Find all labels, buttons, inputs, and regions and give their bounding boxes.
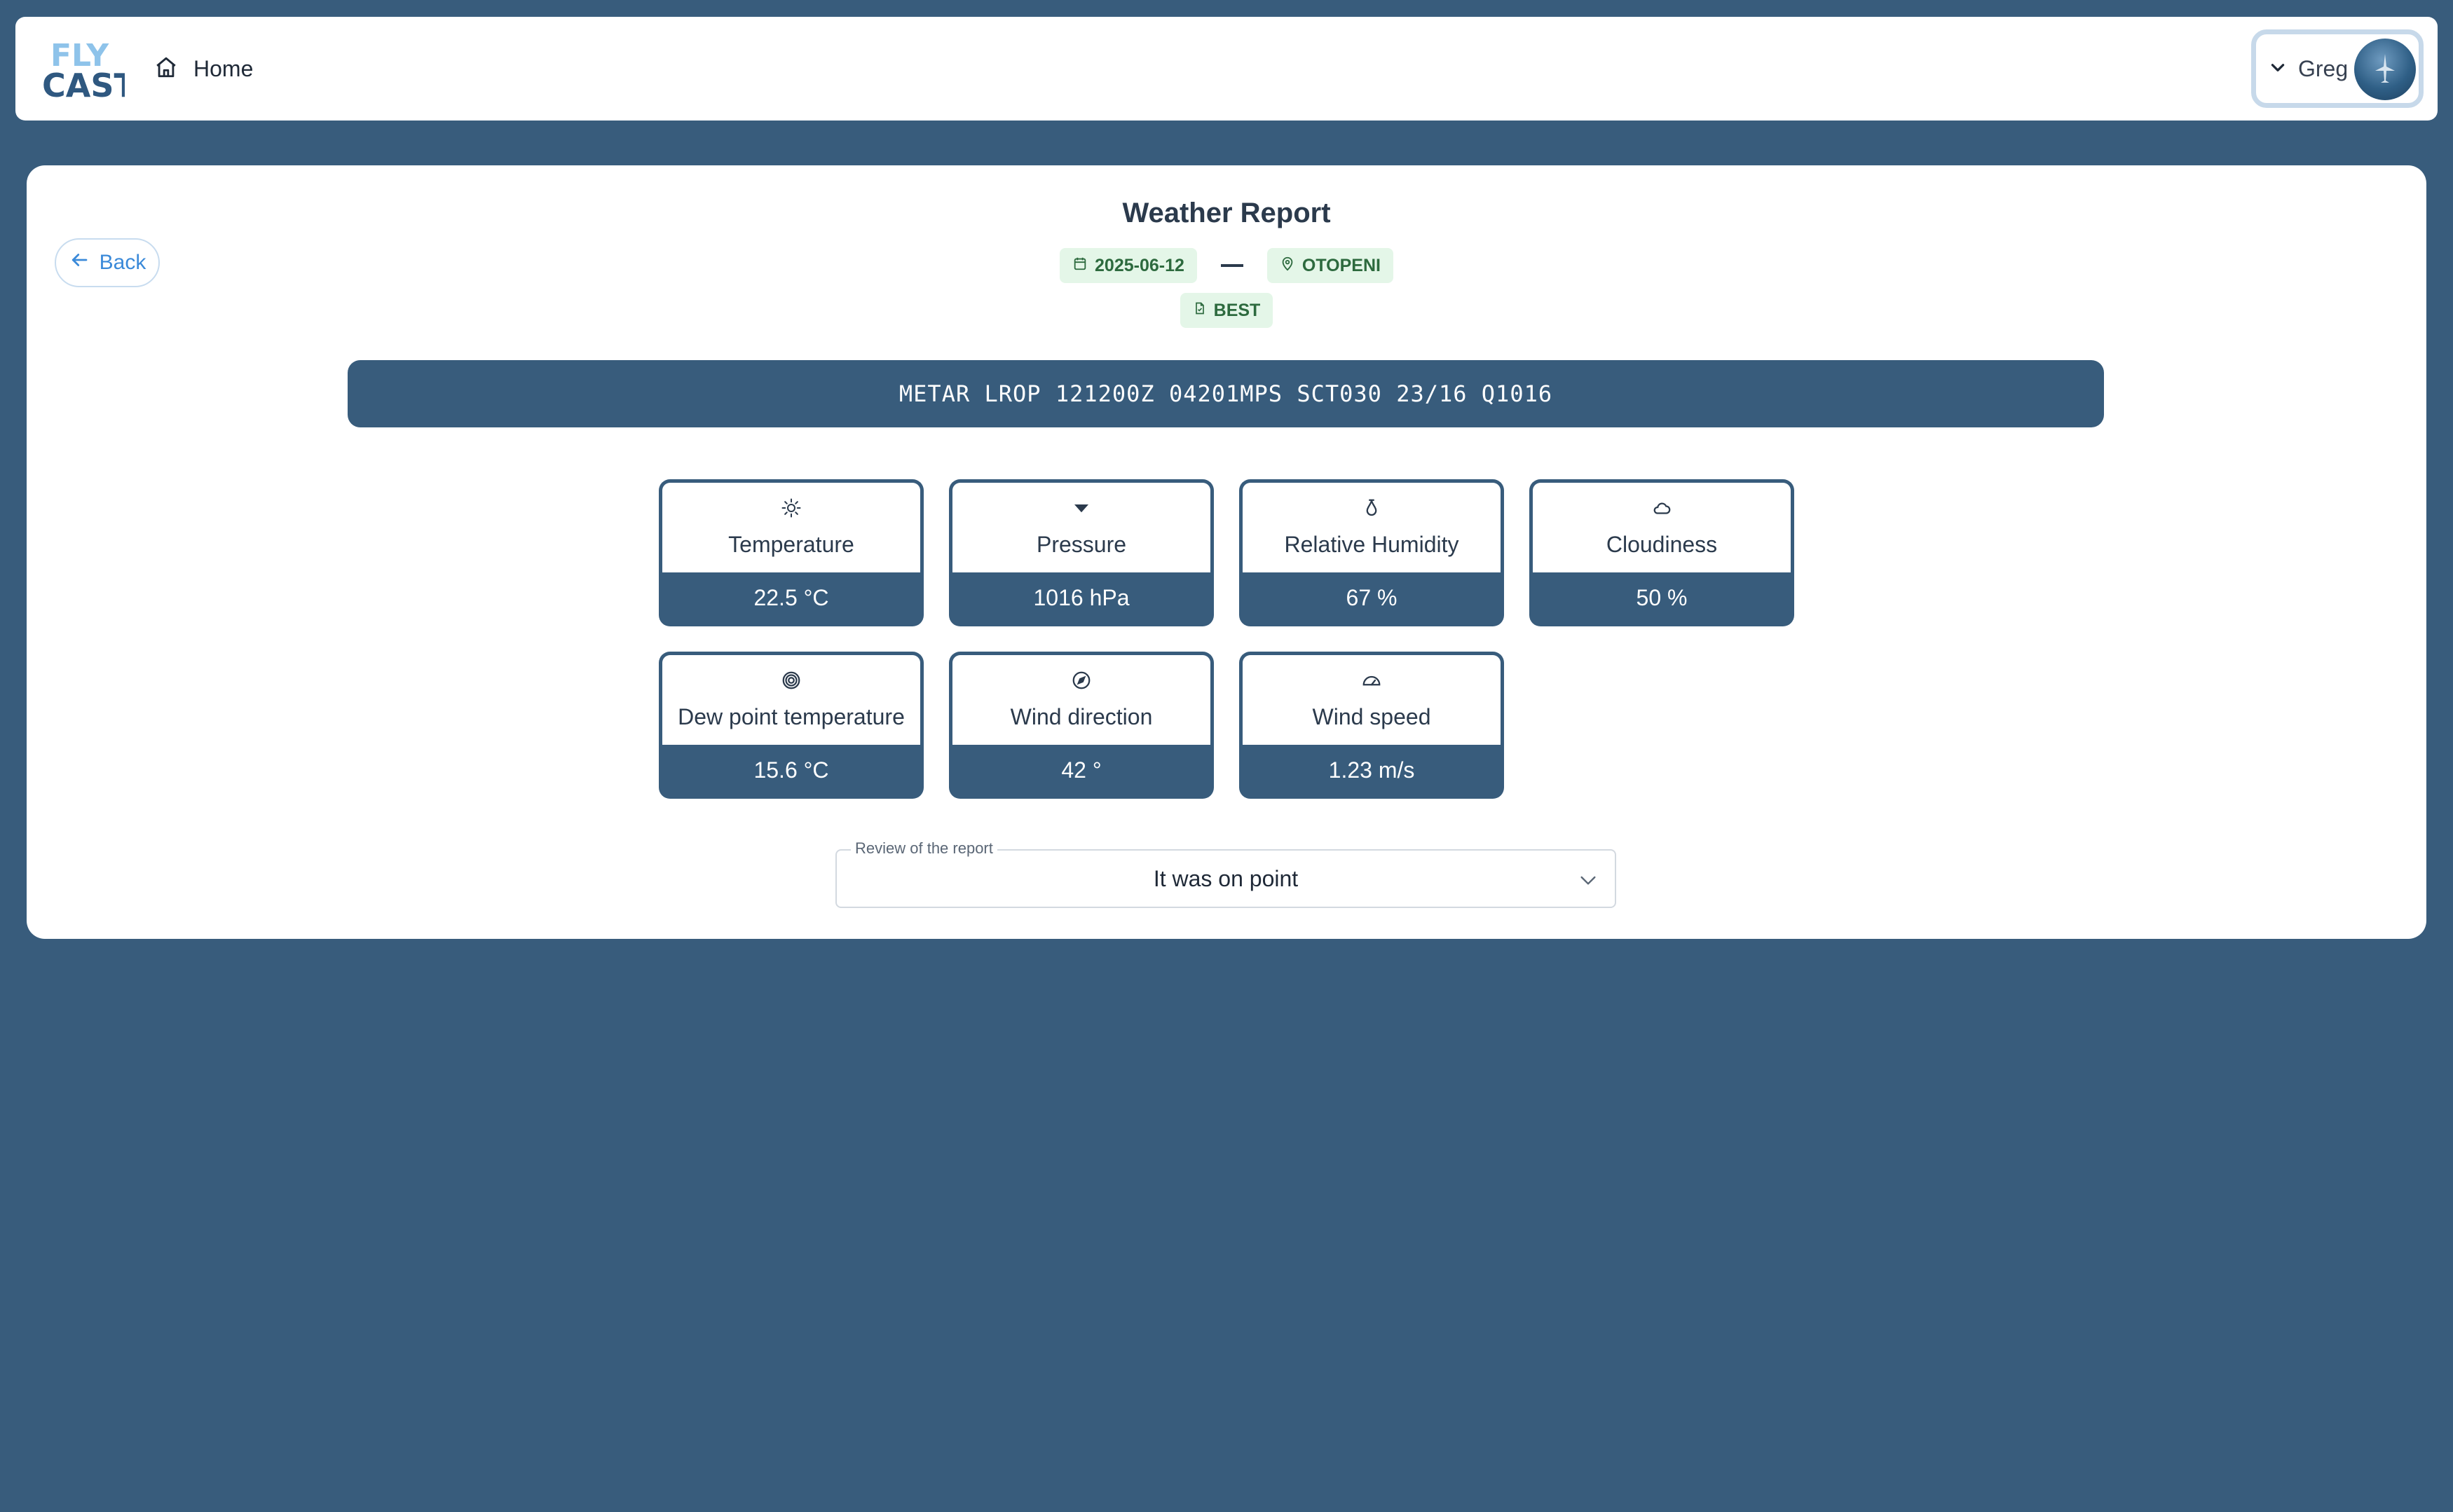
avatar — [2354, 39, 2416, 100]
metric-value: 50 % — [1636, 584, 1688, 610]
metric-value: 15.6 °C — [753, 757, 829, 783]
home-label: Home — [193, 55, 254, 81]
calendar-icon — [1072, 256, 1088, 276]
chevron-down-icon — [1577, 869, 1599, 895]
flycast-logo[interactable]: FLY CAST — [41, 34, 136, 104]
caret-down-icon — [1071, 497, 1092, 522]
target-icon — [781, 670, 802, 694]
logo-text-bottom: CAST — [42, 67, 125, 104]
droplet-icon — [1361, 497, 1382, 522]
metric-label: Wind direction — [1010, 704, 1153, 729]
home-link[interactable]: Home — [154, 49, 253, 88]
user-name: Greg — [2298, 55, 2349, 81]
metric-value: 1016 hPa — [1033, 584, 1130, 610]
metar-banner: METAR LROP 121200Z 04201MPS SCT030 23/16… — [348, 360, 2104, 427]
map-pin-icon — [1280, 256, 1295, 276]
source-badge: BEST — [1180, 293, 1273, 328]
metric-label: Cloudiness — [1606, 532, 1718, 557]
metric-label: Dew point temperature — [678, 704, 905, 729]
metric-tile-wind-direction: Wind direction 42 ° — [949, 652, 1214, 799]
gauge-icon — [1360, 670, 1383, 694]
report-meta: 2025-06-12 OTOPENI — [27, 248, 2426, 283]
top-navbar: FLY CAST Home Greg — [15, 17, 2438, 121]
date-text: 2025-06-12 — [1095, 255, 1184, 275]
metric-value: 1.23 m/s — [1328, 757, 1415, 783]
review-select[interactable]: Review of the report It was on point — [835, 839, 1616, 908]
cloud-icon — [1650, 497, 1674, 522]
metar-text: METAR LROP 121200Z 04201MPS SCT030 23/16… — [898, 380, 1553, 407]
file-icon — [1193, 301, 1207, 321]
metric-label: Temperature — [728, 532, 854, 557]
metric-tile-temperature: Temperature 22.5 °C — [659, 479, 924, 626]
compass-icon — [1071, 670, 1092, 694]
source-row: BEST — [27, 293, 2426, 328]
location-badge: OTOPENI — [1266, 248, 1393, 283]
source-text: BEST — [1213, 300, 1261, 320]
user-menu-button[interactable]: Greg — [2251, 29, 2424, 108]
metric-tile-pressure: Pressure 1016 hPa — [949, 479, 1214, 626]
metric-tile-wind-speed: Wind speed 1.23 m/s — [1239, 652, 1504, 799]
sun-icon — [781, 497, 802, 522]
chevron-down-icon — [2269, 58, 2287, 80]
date-badge: 2025-06-12 — [1060, 248, 1197, 283]
metric-label: Wind speed — [1312, 704, 1431, 729]
location-text: OTOPENI — [1301, 255, 1381, 275]
metric-tile-humidity: Relative Humidity 67 % — [1239, 479, 1504, 626]
metric-value: 42 ° — [1061, 757, 1102, 783]
review-selected-value: It was on point — [1153, 865, 1299, 891]
separator-dash — [1220, 264, 1243, 267]
metric-label: Pressure — [1036, 532, 1127, 557]
metric-tile-cloudiness: Cloudiness 50 % — [1529, 479, 1794, 626]
metric-value: 67 % — [1346, 584, 1398, 610]
weather-report-card: Back Weather Report 2025-06-12 OTOPENI B… — [27, 165, 2426, 939]
home-icon — [154, 55, 178, 83]
metric-label: Relative Humidity — [1284, 532, 1459, 557]
metric-value: 22.5 °C — [753, 584, 829, 610]
metric-tile-dew-point: Dew point temperature 15.6 °C — [659, 652, 924, 799]
page-title: Weather Report — [1122, 198, 1331, 228]
